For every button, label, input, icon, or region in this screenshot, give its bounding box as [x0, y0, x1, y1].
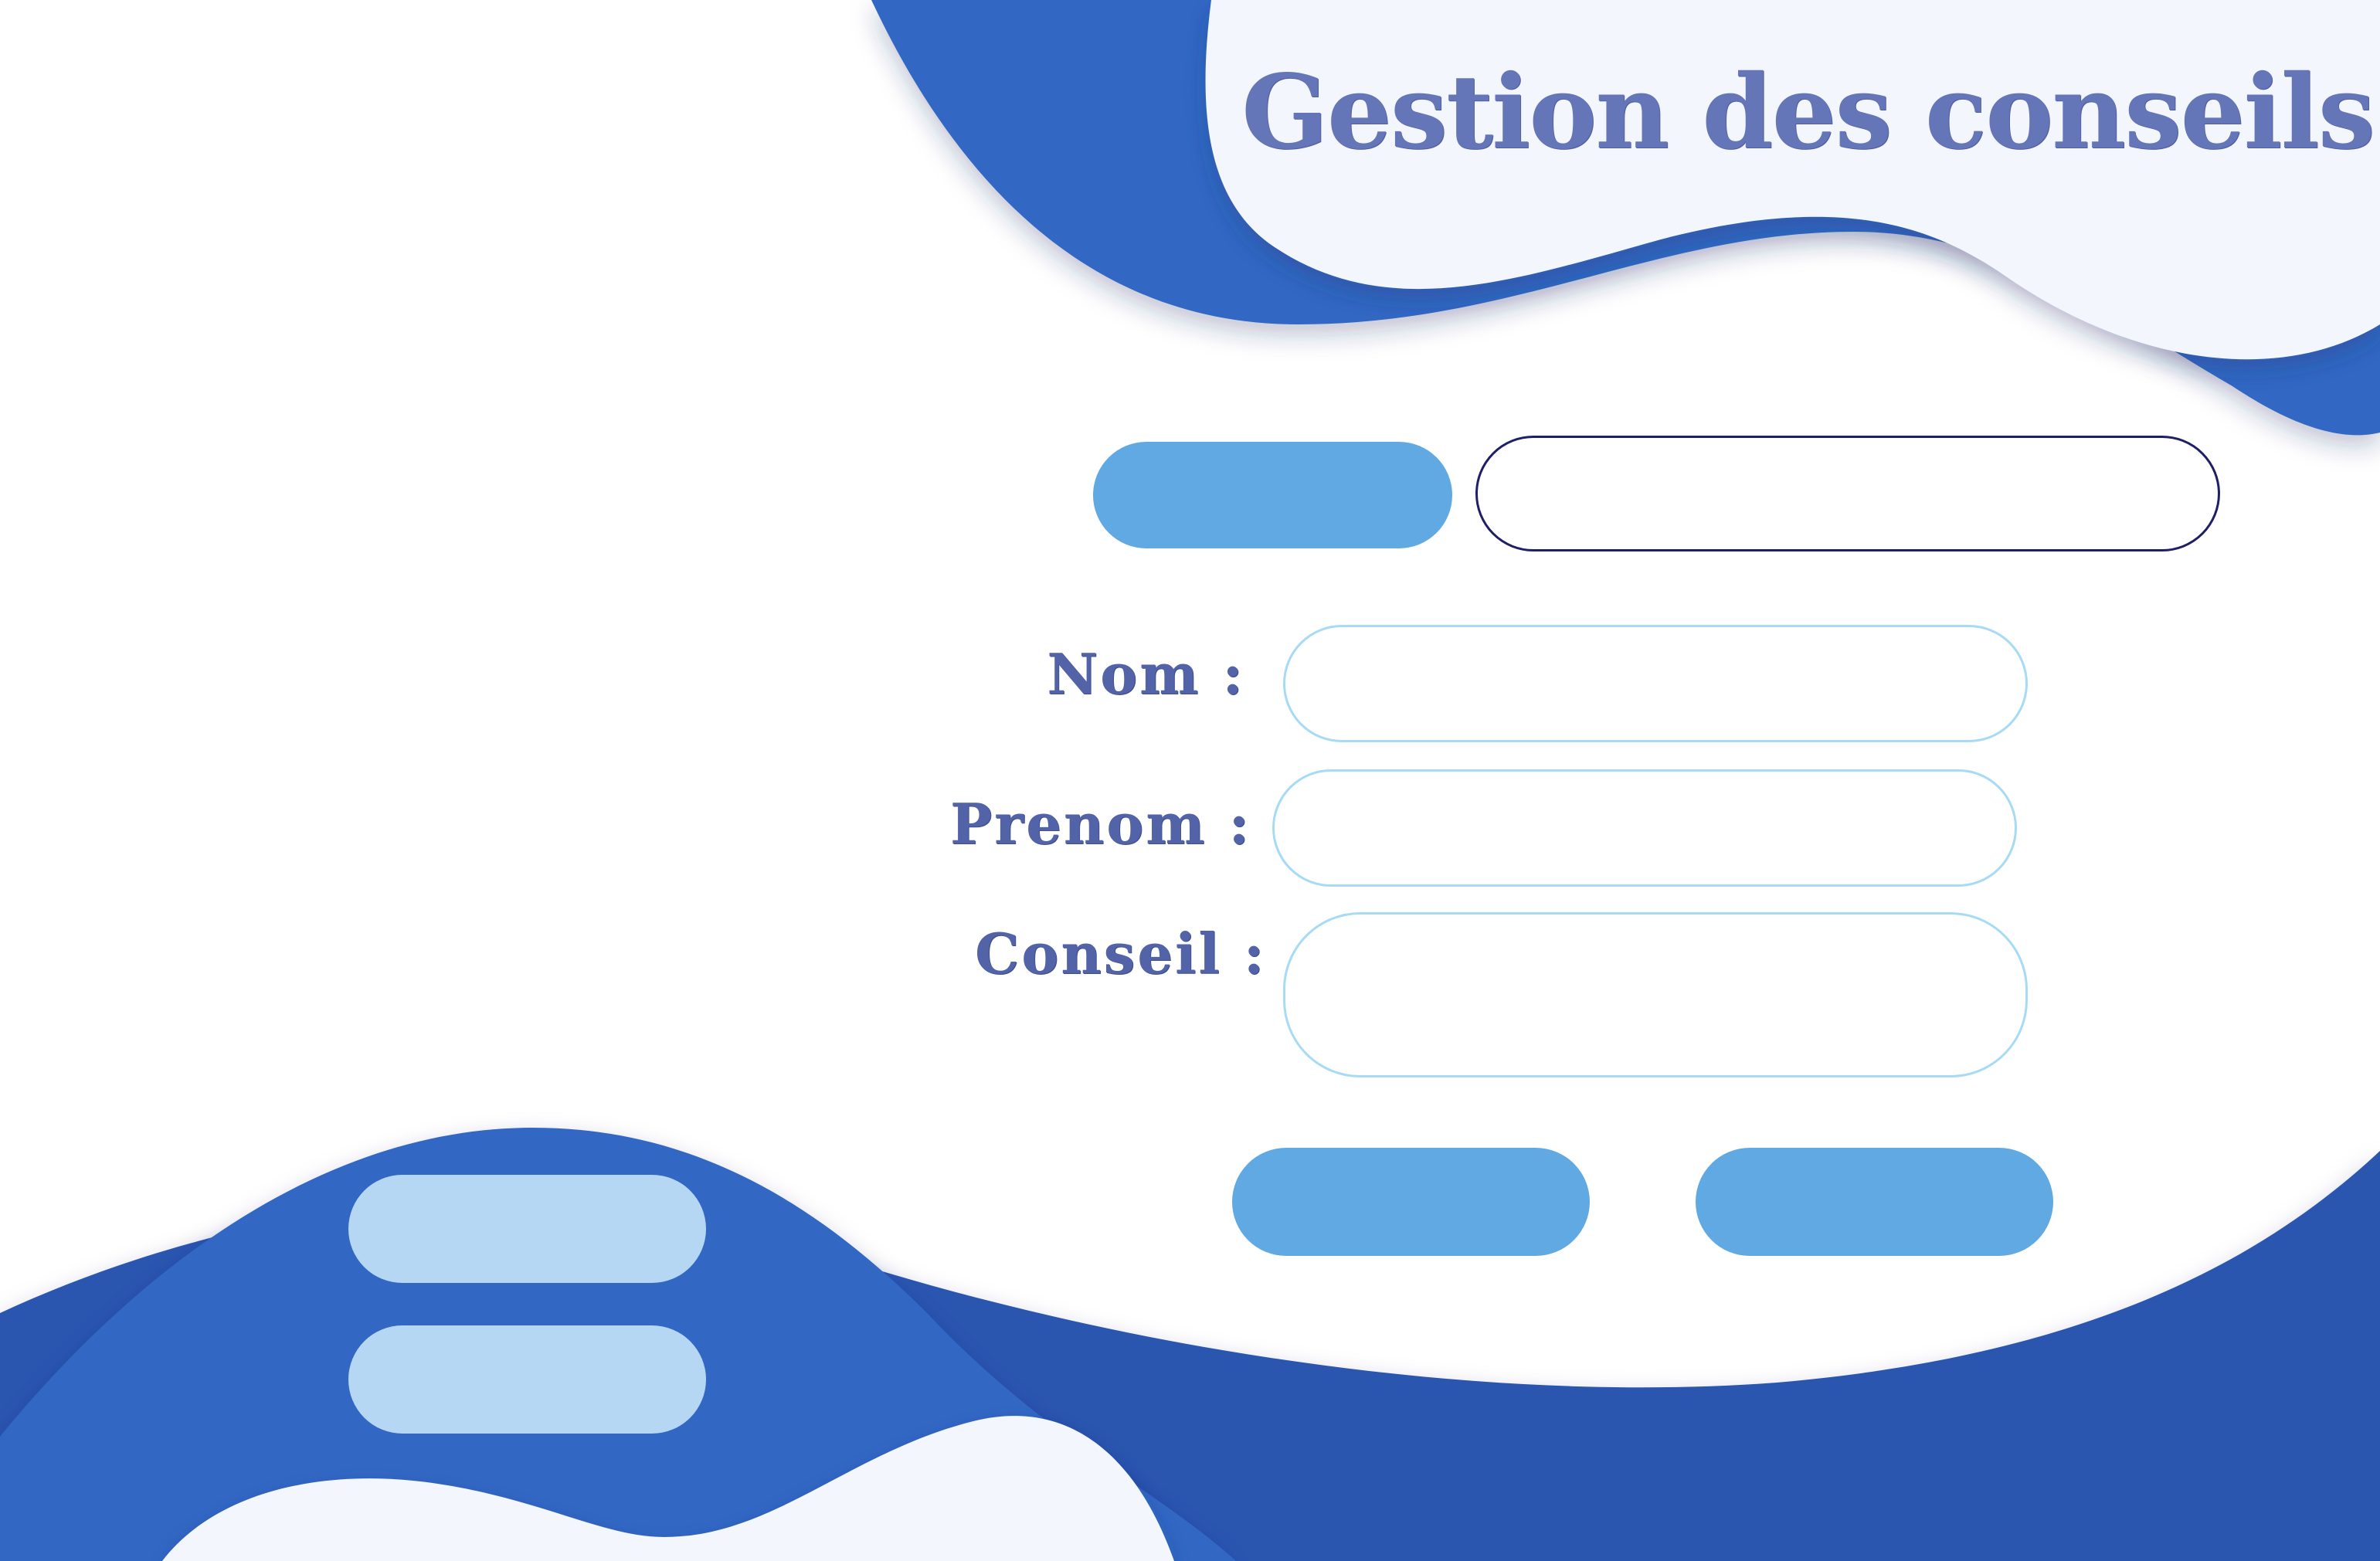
sidebar-button-1[interactable]: [348, 1175, 706, 1283]
nom-field[interactable]: [1283, 625, 2028, 742]
prenom-field[interactable]: [1272, 769, 2017, 887]
background-waves: [0, 0, 2380, 1561]
nom-label: Nom :: [1047, 641, 1245, 707]
primary-action-button[interactable]: [1232, 1148, 1590, 1256]
prenom-label: Prenom :: [950, 791, 1252, 857]
secondary-action-button[interactable]: [1696, 1148, 2053, 1256]
search-input[interactable]: [1475, 436, 2220, 551]
search-button[interactable]: [1093, 442, 1452, 548]
conseil-label: Conseil :: [975, 921, 1267, 986]
sidebar-button-2[interactable]: [348, 1325, 706, 1434]
page-title: Gestion des conseils: [1241, 52, 2375, 172]
conseil-field[interactable]: [1283, 912, 2028, 1077]
